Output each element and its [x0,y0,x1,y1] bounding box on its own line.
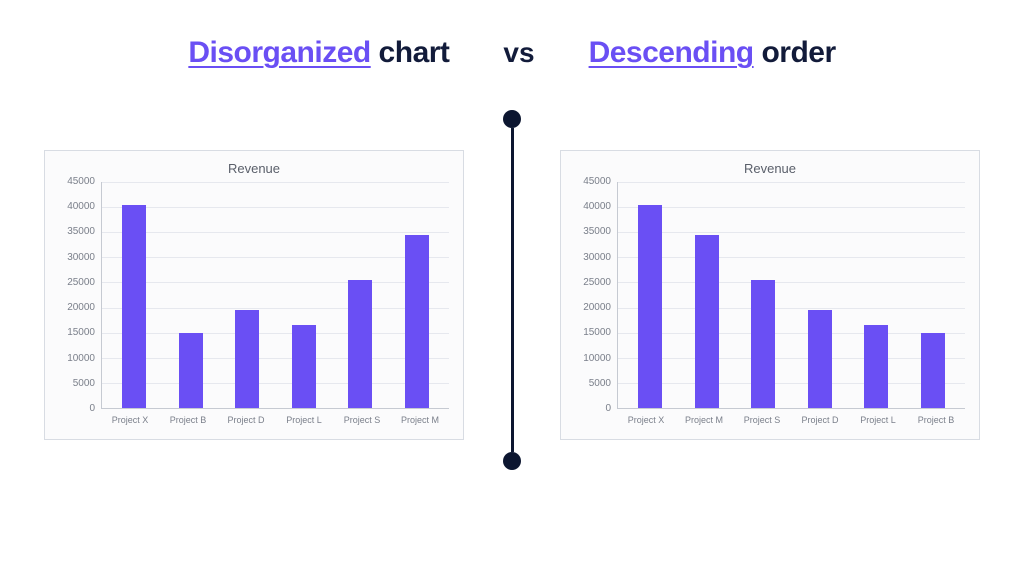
bar [179,333,203,408]
chart-left: Revenue 45000400003500030000250002000015… [44,150,464,440]
x-label: Project D [217,415,275,425]
bar [292,325,316,408]
bar [235,310,259,408]
chart-right-bars-row [618,182,965,408]
divider-dot-bottom [503,452,521,470]
x-label: Project X [617,415,675,425]
chart-left-title: Revenue [59,161,449,176]
x-label: Project L [849,415,907,425]
chart-left-y-axis: 4500040000350003000025000200001500010000… [59,182,101,409]
bar-slot [905,182,962,408]
bar-slot [276,182,333,408]
chart-left-x-axis: Project XProject BProject DProject LProj… [59,415,449,425]
bar-slot [332,182,389,408]
charts-row: Revenue 45000400003500030000250002000015… [0,150,1024,440]
x-label: Project L [275,415,333,425]
heading-right-plain: order [754,36,836,69]
heading-right: Descending order [589,36,836,70]
x-label: Project D [791,415,849,425]
x-label: Project B [159,415,217,425]
bar-slot [848,182,905,408]
bar [122,205,146,408]
chart-left-bars-row [102,182,449,408]
x-label: Project M [675,415,733,425]
heading-left-plain: chart [371,36,450,69]
chart-right: Revenue 45000400003500030000250002000015… [560,150,980,440]
chart-right-title: Revenue [575,161,965,176]
heading-row: Disorganized chart vs Descending order [40,36,984,70]
bar-slot [679,182,736,408]
heading-vs: vs [503,37,534,69]
bar [864,325,888,408]
x-label: Project S [333,415,391,425]
chart-right-bars-box [617,182,965,409]
chart-right-y-axis: 4500040000350003000025000200001500010000… [575,182,617,409]
page: Disorganized chart vs Descending order R… [0,0,1024,576]
chart-left-plot: 4500040000350003000025000200001500010000… [59,182,449,409]
bar [751,280,775,408]
bar-slot [735,182,792,408]
bar [405,235,429,408]
bar-slot [792,182,849,408]
bar [921,333,945,408]
x-label: Project X [101,415,159,425]
bar [695,235,719,408]
bar-slot [219,182,276,408]
x-label: Project S [733,415,791,425]
heading-right-accent: Descending [589,36,754,69]
heading-left-accent: Disorganized [188,36,370,69]
bar [638,205,662,408]
x-label: Project M [391,415,449,425]
bar-slot [389,182,446,408]
bar [348,280,372,408]
bar [808,310,832,408]
bar-slot [163,182,220,408]
chart-left-bars-box [101,182,449,409]
chart-right-plot: 4500040000350003000025000200001500010000… [575,182,965,409]
bar-slot [106,182,163,408]
divider-dot-top [503,110,521,128]
heading-left: Disorganized chart [188,36,449,70]
bar-slot [622,182,679,408]
chart-right-x-axis: Project XProject MProject SProject DProj… [575,415,965,425]
x-label: Project B [907,415,965,425]
